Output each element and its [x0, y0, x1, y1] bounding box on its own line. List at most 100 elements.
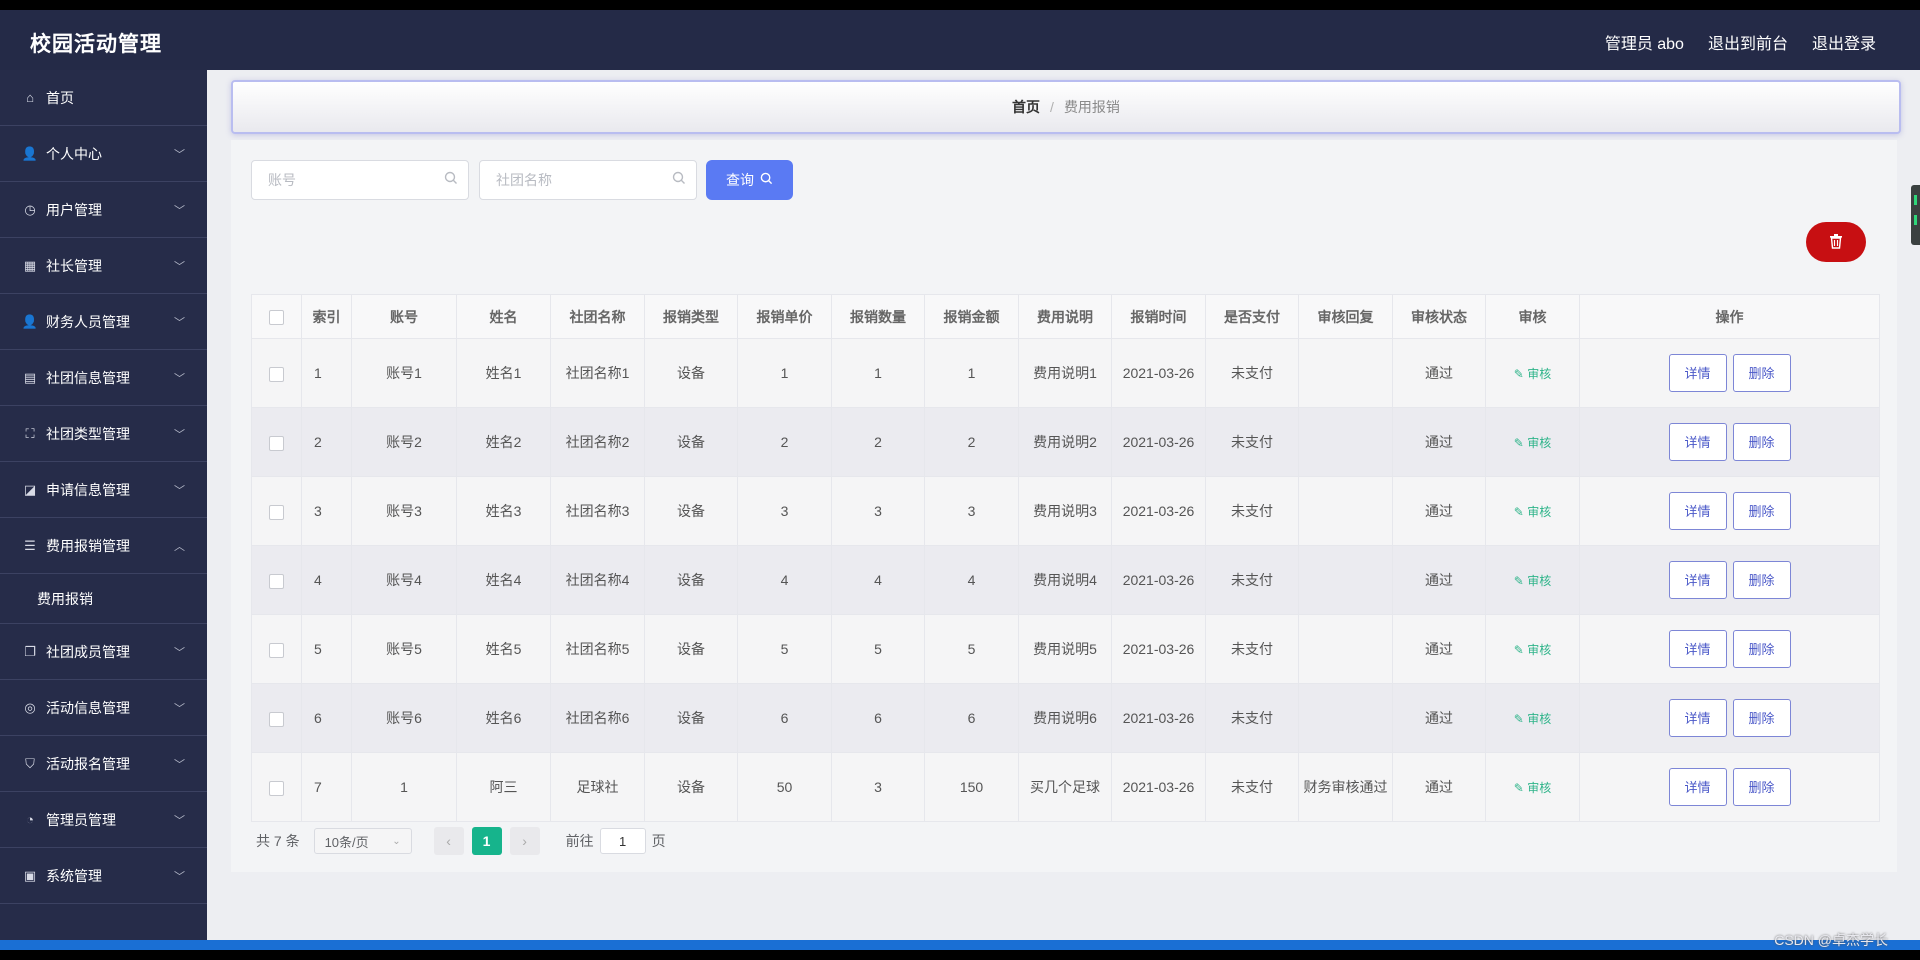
delete-button[interactable]: 删除 [1732, 492, 1791, 530]
cell-reply [1298, 476, 1393, 546]
cell-name: 姓名1 [456, 338, 551, 408]
club-search-field[interactable] [479, 160, 697, 200]
table-row[interactable]: 1 账号1 姓名1 社团名称1 设备 1 1 1 费用说明1 2021-03-26 未支付 通过 ✎ 审… [251, 338, 1880, 408]
sidebar-item-12[interactable]: ◔ 管理员管理 ﹀ [0, 792, 207, 848]
audit-link-label: 审核 [1527, 366, 1552, 381]
delete-button[interactable]: 删除 [1732, 423, 1791, 461]
cell-club: 社团名称2 [550, 407, 645, 477]
audit-link[interactable]: ✎ 审核 [1514, 574, 1551, 588]
club-search-input[interactable] [494, 161, 668, 199]
row-checkbox[interactable] [269, 366, 284, 382]
audit-link[interactable]: ✎ 审核 [1514, 781, 1551, 795]
breadcrumb-home[interactable]: 首页 [1012, 97, 1040, 117]
audit-link-label: 审核 [1527, 642, 1552, 657]
edit-icon: ✎ [1513, 573, 1528, 588]
detail-button[interactable]: 详情 [1668, 699, 1727, 737]
cell-club: 社团名称3 [550, 476, 645, 546]
audit-link[interactable]: ✎ 审核 [1514, 436, 1551, 450]
cell-club: 社团名称5 [550, 614, 645, 684]
audit-link[interactable]: ✎ 审核 [1514, 712, 1551, 726]
sidebar-item-5[interactable]: ▤ 社团信息管理 ﹀ [0, 350, 207, 406]
sidebar-item-8[interactable]: ☰ 费用报销管理 ︿ [0, 518, 207, 574]
audit-link[interactable]: ✎ 审核 [1514, 367, 1551, 381]
detail-button[interactable]: 详情 [1668, 423, 1727, 461]
row-select-cell[interactable] [251, 407, 302, 477]
detail-button[interactable]: 详情 [1668, 354, 1727, 392]
sidebar-item-0[interactable]: ⌂ 首页 [0, 70, 207, 126]
sidebar-item-9[interactable]: ❐ 社团成员管理 ﹀ [0, 624, 207, 680]
table-row[interactable]: 7 1 阿三 足球社 设备 50 3 150 买几个足球 2021-03-26 未支付 财务审核通过通… [251, 752, 1880, 822]
chevron-down-icon: ﹀ [174, 373, 185, 385]
sidebar-item-11[interactable]: ⛉ 活动报名管理 ﹀ [0, 736, 207, 792]
submenu-item-reimbursement[interactable]: 费用报销 [0, 574, 207, 624]
row-select-cell[interactable] [251, 338, 302, 408]
goto-page-input[interactable] [599, 828, 646, 854]
next-page-button[interactable]: › [509, 827, 540, 855]
audit-link[interactable]: ✎ 审核 [1514, 643, 1551, 657]
sidebar-item-1[interactable]: 👤 个人中心 ﹀ [0, 126, 207, 182]
row-select-cell[interactable] [251, 614, 302, 684]
logout-link[interactable]: 退出登录 [1812, 30, 1876, 54]
query-button[interactable]: 查询 [706, 160, 793, 200]
row-checkbox[interactable] [269, 642, 284, 658]
cell-status: 通过 [1392, 614, 1486, 684]
cell-index: 2 [301, 407, 352, 477]
side-drawer-handle[interactable] [1911, 185, 1920, 245]
delete-button[interactable]: 删除 [1732, 354, 1791, 392]
admin-user-label[interactable]: 管理员 abo [1605, 30, 1684, 54]
detail-button[interactable]: 详情 [1668, 768, 1727, 806]
sidebar-item-10[interactable]: ◎ 活动信息管理 ﹀ [0, 680, 207, 736]
prev-page-button[interactable]: ‹ [433, 827, 464, 855]
row-select-cell[interactable] [251, 476, 302, 546]
delete-button[interactable]: 删除 [1732, 561, 1791, 599]
table-row[interactable]: 3 账号3 姓名3 社团名称3 设备 3 3 3 费用说明3 2021-03-26 未支付 通过 ✎ 审… [251, 476, 1880, 546]
detail-button[interactable]: 详情 [1668, 630, 1727, 668]
sidebar-item-4[interactable]: 👤 财务人员管理 ﹀ [0, 294, 207, 350]
row-checkbox[interactable] [269, 504, 284, 520]
sidebar: ⌂ 首页 👤 个人中心 ﹀ ◷ 用户管理 ﹀ ▦ 社长管理 ﹀ 👤 财务人员管理 ﹀ ▤ 社团信息管理 ﹀ ⛶ 社团… [0, 70, 207, 950]
table-row[interactable]: 2 账号2 姓名2 社团名称2 设备 2 2 2 费用说明2 2021-03-26 未支付 通过 ✎ 审… [251, 407, 1880, 477]
batch-delete-button[interactable] [1806, 222, 1866, 262]
chevron-down-icon: ﹀ [174, 317, 185, 329]
sidebar-item-6[interactable]: ⛶ 社团类型管理 ﹀ [0, 406, 207, 462]
sidebar-item-3[interactable]: ▦ 社长管理 ﹀ [0, 238, 207, 294]
page-number-current[interactable]: 1 [471, 827, 502, 855]
row-checkbox[interactable] [269, 780, 284, 796]
delete-button[interactable]: 删除 [1732, 699, 1791, 737]
row-checkbox[interactable] [269, 573, 284, 589]
chevron-down-icon: ﹀ [174, 759, 185, 771]
table-row[interactable]: 4 账号4 姓名4 社团名称4 设备 4 4 4 费用说明4 2021-03-26 未支付 通过 ✎ 审… [251, 545, 1880, 615]
account-search-field[interactable] [251, 160, 469, 200]
cell-price: 3 [737, 476, 832, 546]
audit-link-label: 审核 [1527, 573, 1552, 588]
column-header: 报销类型 [644, 294, 738, 339]
cell-index: 7 [301, 752, 352, 822]
cell-status: 通过 [1392, 683, 1486, 753]
row-select-cell[interactable] [251, 752, 302, 822]
sidebar-item-13[interactable]: ▣ 系统管理 ﹀ [0, 848, 207, 904]
cell-desc: 费用说明1 [1018, 338, 1112, 408]
exit-to-front-link[interactable]: 退出到前台 [1708, 30, 1788, 54]
header-select-all[interactable] [251, 294, 302, 339]
delete-button[interactable]: 删除 [1732, 768, 1791, 806]
query-button-label: 查询 [726, 172, 754, 188]
table-row[interactable]: 6 账号6 姓名6 社团名称6 设备 6 6 6 费用说明6 2021-03-26 未支付 通过 ✎ 审… [251, 683, 1880, 753]
header-links: 管理员 abo 退出到前台 退出登录 [1605, 30, 1876, 54]
detail-button[interactable]: 详情 [1668, 492, 1727, 530]
sidebar-item-2[interactable]: ◷ 用户管理 ﹀ [0, 182, 207, 238]
row-checkbox[interactable] [269, 435, 284, 451]
table-row[interactable]: 5 账号5 姓名5 社团名称5 设备 5 5 5 费用说明5 2021-03-26 未支付 通过 ✎ 审… [251, 614, 1880, 684]
select-all-checkbox[interactable] [269, 309, 284, 325]
row-select-cell[interactable] [251, 683, 302, 753]
account-search-input[interactable] [266, 161, 440, 199]
chevron-down-icon: ﹀ [174, 429, 185, 441]
row-checkbox[interactable] [269, 711, 284, 727]
delete-button[interactable]: 删除 [1732, 630, 1791, 668]
chevron-down-icon: ﹀ [174, 815, 185, 827]
copy-icon: ❐ [24, 643, 36, 659]
detail-button[interactable]: 详情 [1668, 561, 1727, 599]
sidebar-item-7[interactable]: ◪ 申请信息管理 ﹀ [0, 462, 207, 518]
row-select-cell[interactable] [251, 545, 302, 615]
audit-link[interactable]: ✎ 审核 [1514, 505, 1551, 519]
page-size-select[interactable]: 10条/页 ⌄ [313, 828, 412, 854]
